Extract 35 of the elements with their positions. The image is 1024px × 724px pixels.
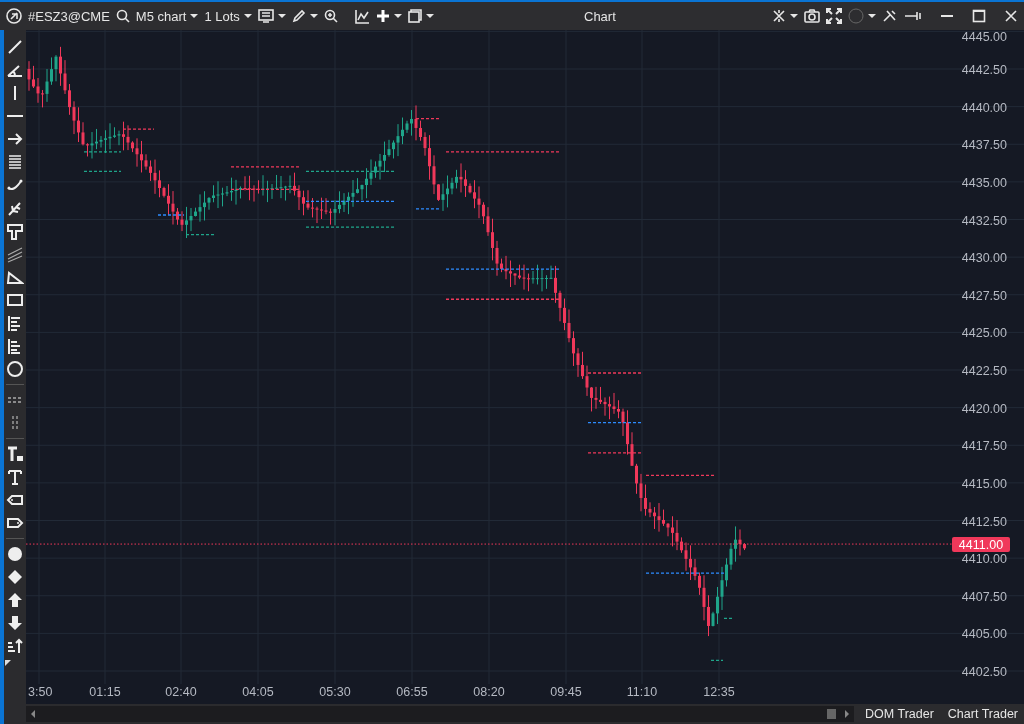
timeframe-dropdown[interactable]: M5 chart: [135, 8, 199, 24]
price-axis-label: 4407.50: [961, 589, 1007, 604]
time-axis-label: 04:05: [242, 685, 274, 699]
symbol-name[interactable]: #ESZ3@CME: [28, 8, 110, 24]
price-axis-label: 4412.50: [961, 514, 1007, 529]
price-axis-label: 4405.00: [961, 627, 1007, 642]
price-axis-label: 4425.00: [961, 326, 1007, 341]
time-axis-label: 3:50: [28, 685, 53, 699]
price-axis-label: 4445.00: [961, 30, 1007, 45]
time-axis-label: 05:30: [319, 685, 351, 699]
time-axis-label: 06:55: [396, 685, 428, 699]
quantity-dropdown[interactable]: 1 Lots: [204, 8, 252, 24]
price-axis-label: 4415.00: [961, 476, 1007, 491]
price-axis-label: 4420.00: [961, 401, 1007, 416]
price-axis-label: 4427.50: [961, 288, 1007, 303]
price-axis-label: 4437.50: [961, 138, 1007, 153]
time-axis-label: 08:20: [473, 685, 505, 699]
price-axis-label: 4435.00: [961, 175, 1007, 190]
window-title: Chart: [584, 9, 616, 24]
price-axis-label: 4430.00: [961, 251, 1007, 266]
time-axis-label: 09:45: [550, 685, 582, 699]
time-axis-label: 01:15: [89, 685, 121, 699]
price-axis-label: 4422.50: [961, 364, 1007, 378]
price-axis-label: 4402.50: [961, 665, 1007, 679]
price-axis-label: 4417.50: [961, 439, 1007, 454]
time-axis-label: 02:40: [165, 685, 197, 699]
panel-tab[interactable]: Chart Trader: [941, 707, 1024, 721]
time-axis-label: 11:10: [626, 685, 658, 699]
panel-tab[interactable]: DOM Trader: [859, 707, 940, 721]
price-axis-label: 4410.00: [961, 552, 1007, 567]
price-axis-label: 4440.00: [961, 100, 1007, 115]
time-axis-label: 12:35: [703, 685, 735, 699]
price-axis-label: 4442.50: [961, 63, 1007, 77]
price-axis-label: 4432.50: [961, 213, 1007, 228]
current-price-label: 4411.00: [952, 537, 1010, 553]
